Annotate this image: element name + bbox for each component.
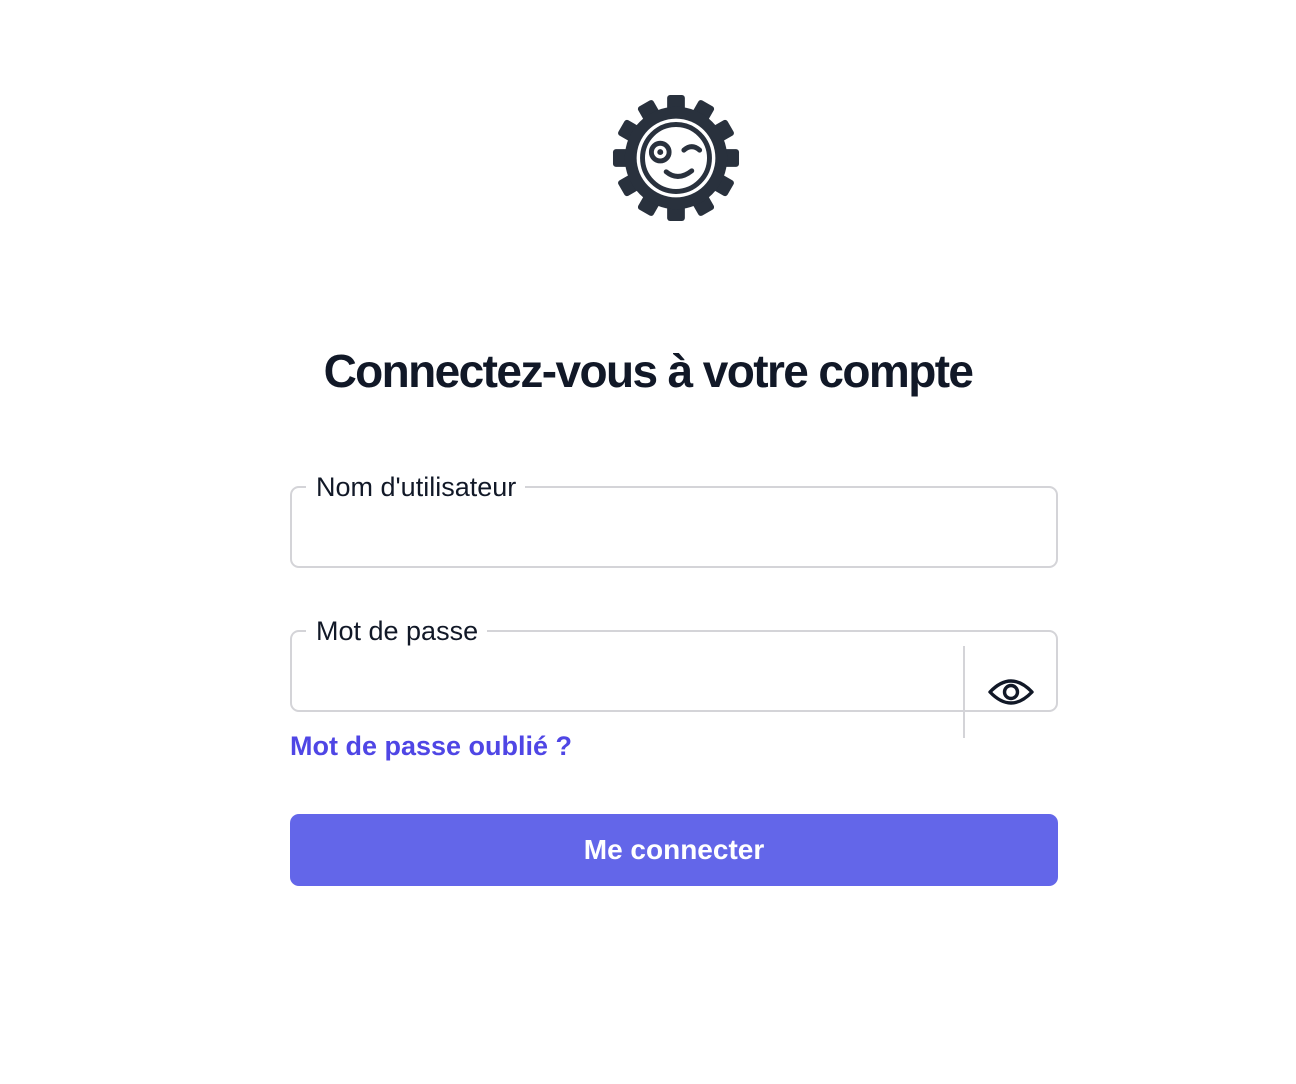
password-input[interactable] xyxy=(302,674,956,726)
eye-icon xyxy=(987,679,1034,705)
login-page: Connectez-vous à votre compte Nom d'util… xyxy=(0,0,1296,1084)
login-button[interactable]: Me connecter xyxy=(290,814,1058,886)
username-label: Nom d'utilisateur xyxy=(316,472,517,502)
forgot-password-link[interactable]: Mot de passe oublié ? xyxy=(290,729,572,763)
password-field: Mot de passe xyxy=(290,616,1058,738)
gear-winking-face-icon xyxy=(611,94,741,222)
username-input[interactable] xyxy=(302,530,1050,582)
username-field: Nom d'utilisateur xyxy=(290,472,1058,582)
show-password-button[interactable] xyxy=(963,646,1056,738)
password-label: Mot de passe xyxy=(316,616,479,646)
page-title: Connectez-vous à votre compte xyxy=(323,345,974,397)
